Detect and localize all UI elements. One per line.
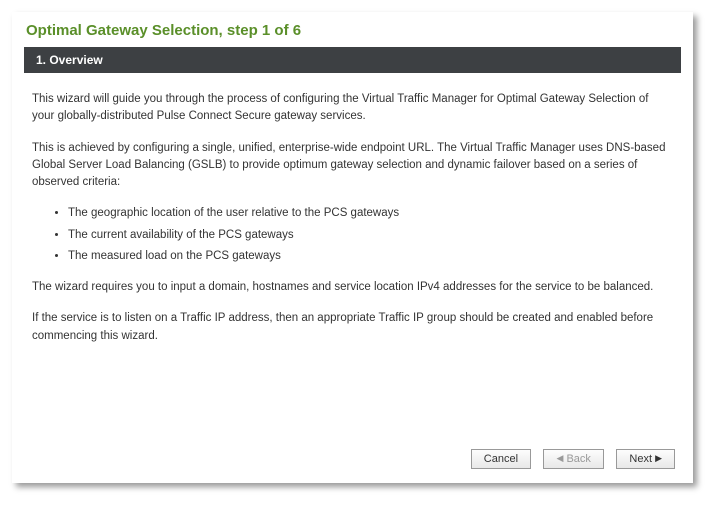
back-button[interactable]: ◀ Back: [543, 449, 603, 469]
triangle-left-icon: ◀: [556, 453, 563, 463]
criteria-list: The geographic location of the user rela…: [32, 205, 673, 265]
section-header: 1. Overview: [24, 47, 681, 73]
wizard-title: Optimal Gateway Selection, step 1 of 6: [12, 12, 693, 47]
wizard-content: This wizard will guide you through the p…: [12, 73, 693, 369]
overview-paragraph: If the service is to listen on a Traffic…: [32, 310, 673, 345]
list-item: The geographic location of the user rela…: [68, 205, 673, 222]
next-button[interactable]: Next ▶: [616, 449, 675, 469]
list-item: The current availability of the PCS gate…: [68, 227, 673, 244]
back-label: Back: [566, 453, 590, 465]
cancel-button[interactable]: Cancel: [471, 449, 531, 469]
overview-paragraph: This wizard will guide you through the p…: [32, 91, 673, 126]
next-label: Next: [629, 453, 652, 465]
overview-paragraph: This is achieved by configuring a single…: [32, 140, 673, 192]
button-bar: Cancel ◀ Back Next ▶: [12, 439, 693, 483]
wizard-dialog: Optimal Gateway Selection, step 1 of 6 1…: [12, 12, 693, 483]
overview-paragraph: The wizard requires you to input a domai…: [32, 279, 673, 296]
triangle-right-icon: ▶: [655, 453, 662, 463]
list-item: The measured load on the PCS gateways: [68, 248, 673, 265]
